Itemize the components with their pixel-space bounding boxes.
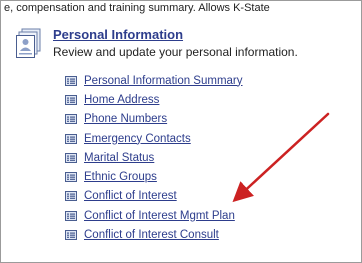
link-label: Emergency Contacts	[84, 132, 191, 145]
link-label: Ethnic Groups	[84, 171, 157, 184]
list-page-icon	[65, 210, 77, 221]
list-page-icon	[65, 133, 77, 144]
intro-text: e, compensation and training summary. Al…	[4, 2, 270, 14]
list-page-icon	[65, 94, 77, 105]
personal-info-link-list: Personal Information Summary Home Address…	[65, 71, 243, 245]
link-label: Personal Information Summary	[84, 74, 243, 87]
list-page-icon	[65, 152, 77, 163]
link-label: Phone Numbers	[84, 113, 168, 126]
link-conflict-of-interest-consult[interactable]: Conflict of Interest Consult	[65, 225, 243, 244]
link-conflict-of-interest-mgmt-plan[interactable]: Conflict of Interest Mgmt Plan	[65, 206, 243, 225]
section-title-personal-information[interactable]: Personal Information	[53, 27, 183, 42]
link-conflict-of-interest[interactable]: Conflict of Interest	[65, 187, 243, 206]
link-emergency-contacts[interactable]: Emergency Contacts	[65, 129, 243, 148]
user-card-icon	[16, 28, 42, 58]
list-page-icon	[65, 230, 77, 241]
link-label: Conflict of Interest	[84, 190, 177, 203]
link-personal-information-summary[interactable]: Personal Information Summary	[65, 71, 243, 90]
link-phone-numbers[interactable]: Phone Numbers	[65, 110, 243, 129]
link-ethnic-groups[interactable]: Ethnic Groups	[65, 167, 243, 186]
section-description: Review and update your personal informat…	[53, 45, 298, 59]
content-panel: e, compensation and training summary. Al…	[0, 0, 362, 263]
link-label: Conflict of Interest Consult	[84, 229, 219, 242]
list-page-icon	[65, 114, 77, 125]
link-label: Marital Status	[84, 151, 155, 164]
link-label: Home Address	[84, 93, 160, 106]
list-page-icon	[65, 172, 77, 183]
link-marital-status[interactable]: Marital Status	[65, 148, 243, 167]
list-page-icon	[65, 75, 77, 86]
link-label: Conflict of Interest Mgmt Plan	[84, 209, 235, 222]
list-page-icon	[65, 191, 77, 202]
link-home-address[interactable]: Home Address	[65, 90, 243, 109]
